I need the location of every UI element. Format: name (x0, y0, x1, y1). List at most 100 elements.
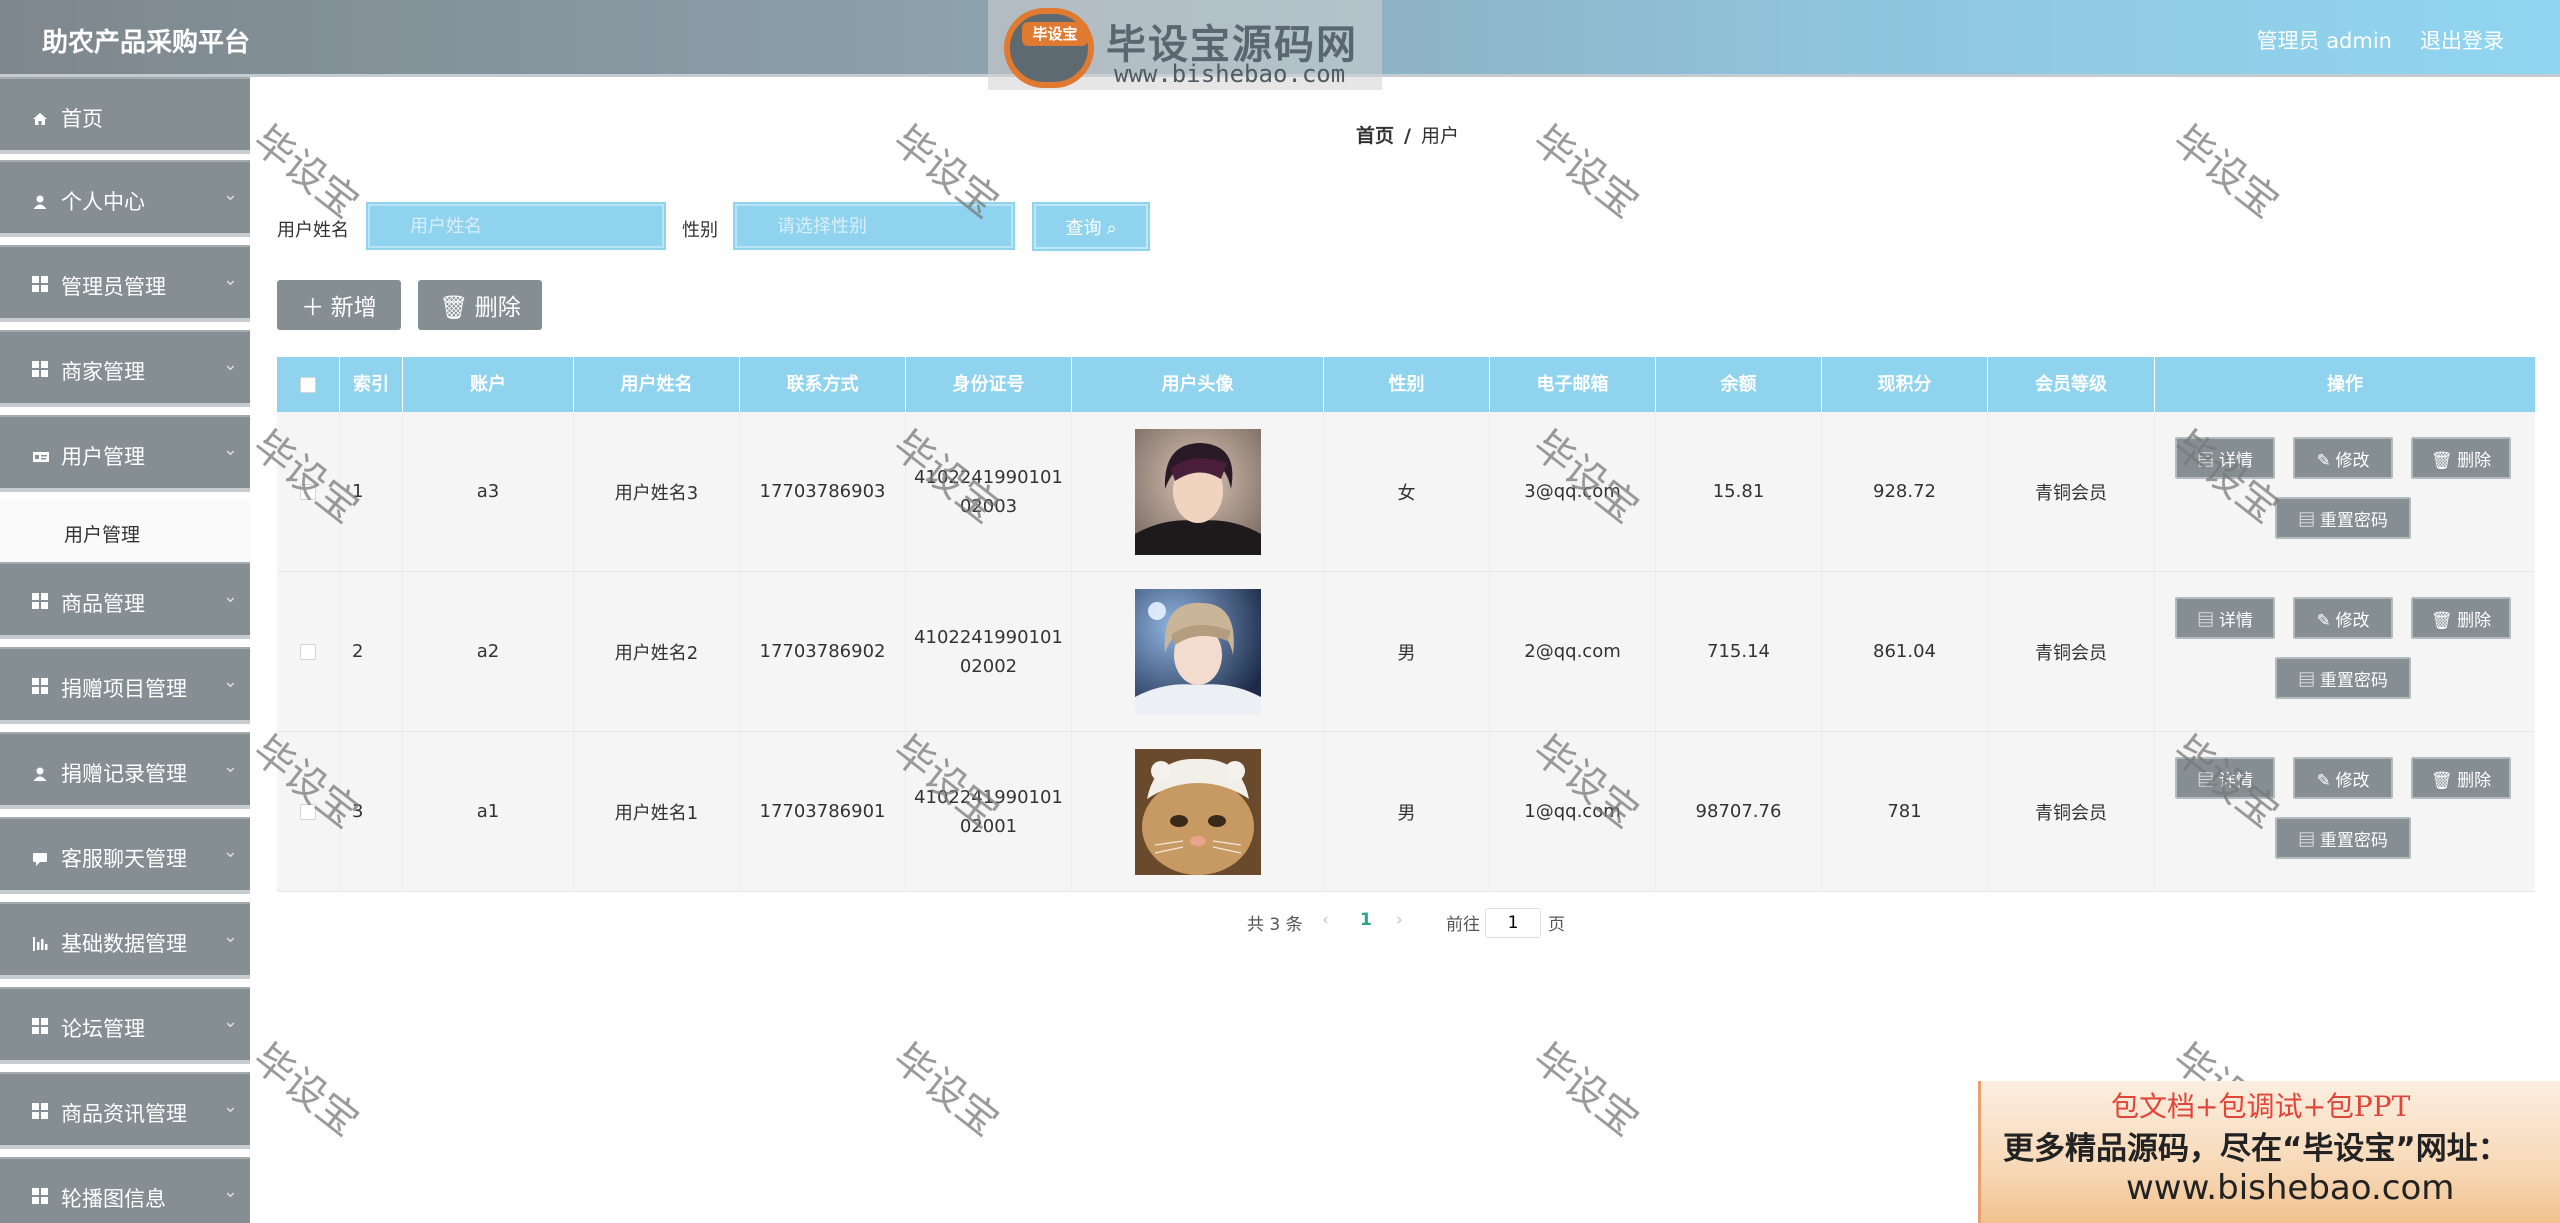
detail-button[interactable]: ▤ 详情 (2175, 757, 2275, 799)
add-button[interactable]: ＋ 新增 (277, 280, 401, 330)
chevron-down-icon: ⌄ (222, 1011, 238, 1032)
index-cell: 2 (340, 572, 403, 731)
grid-icon (32, 276, 48, 292)
name-search-input[interactable] (366, 202, 666, 250)
gender-search-label: 性别 (682, 220, 718, 241)
phone-cell: 17703786901 (740, 732, 906, 891)
select-all-checkbox[interactable] (300, 377, 316, 393)
sidebar-item-donation-project-management[interactable]: 捐赠项目管理 ⌄ (0, 647, 250, 724)
sidebar-item-customer-chat-management[interactable]: 客服聊天管理 ⌄ (0, 817, 250, 894)
column-header[interactable]: 现积分 (1822, 357, 1988, 412)
pagination-prev-button[interactable]: ‹ (1322, 910, 1329, 930)
column-header[interactable]: 账户 (403, 357, 574, 412)
pagination-page-1[interactable]: 1 (1360, 910, 1372, 930)
column-header[interactable]: 身份证号 (906, 357, 1072, 412)
gender-cell: 女 (1324, 412, 1490, 571)
sidebar-item-label: 捐赠项目管理 (61, 677, 187, 701)
column-header[interactable]: 索引 (340, 357, 403, 412)
chevron-down-icon: ⌄ (222, 926, 238, 947)
logo-emblem-text: 毕设宝 (1022, 22, 1088, 46)
grid-icon (32, 678, 48, 694)
name-cell: 用户姓名1 (574, 732, 740, 891)
balance-cell: 98707.76 (1656, 732, 1822, 891)
column-header[interactable]: 用户头像 (1072, 357, 1324, 412)
column-header[interactable]: 电子邮箱 (1490, 357, 1656, 412)
query-button[interactable]: 查询 ⌕ (1032, 202, 1150, 251)
balance-cell: 715.14 (1656, 572, 1822, 731)
sidebar-item-home[interactable]: 首页 (0, 77, 250, 154)
column-header[interactable]: 余额 (1656, 357, 1822, 412)
cat-avatar[interactable] (1134, 748, 1261, 875)
breadcrumb-separator: / (1404, 125, 1411, 147)
watermark-text: 毕设宝 (244, 1035, 367, 1146)
detail-button[interactable]: ▤ 详情 (2175, 597, 2275, 639)
light-hair-avatar[interactable] (1134, 588, 1261, 715)
reset-password-button[interactable]: ▤ 重置密码 (2275, 657, 2411, 699)
edit-button[interactable]: ✎ 修改 (2293, 757, 2393, 799)
sidebar-item-label: 轮播图信息 (61, 1187, 166, 1211)
sidebar-subitem-user-management[interactable]: 用户管理 (0, 500, 250, 562)
member-level-cell: 青铜会员 (1988, 572, 2155, 731)
sidebar-item-product-news-management[interactable]: 商品资讯管理 ⌄ (0, 1072, 250, 1149)
bar-chart-icon (32, 933, 48, 951)
column-header[interactable]: 性别 (1324, 357, 1490, 412)
detail-button[interactable]: ▤ 详情 (2175, 437, 2275, 479)
person-icon (32, 191, 48, 209)
dark-hair-avatar[interactable] (1134, 428, 1261, 555)
reset-password-button[interactable]: ▤ 重置密码 (2275, 497, 2411, 539)
logout-link[interactable]: 退出登录 (2420, 25, 2504, 55)
person-icon (32, 763, 48, 781)
sidebar-item-label: 论坛管理 (61, 1017, 145, 1041)
gender-select[interactable] (733, 202, 1015, 250)
column-header[interactable]: 会员等级 (1988, 357, 2155, 412)
column-header[interactable]: 用户姓名 (574, 357, 740, 412)
id-number-line: 02003 (959, 495, 1018, 517)
sidebar-item-donation-record-management[interactable]: 捐赠记录管理 ⌄ (0, 732, 250, 809)
sidebar-item-admin-management[interactable]: 管理员管理 ⌄ (0, 245, 250, 322)
sidebar-item-basic-data-management[interactable]: 基础数据管理 ⌄ (0, 902, 250, 979)
sidebar-item-label: 管理员管理 (61, 275, 166, 299)
sidebar-item-merchant-management[interactable]: 商家管理 ⌄ (0, 330, 250, 407)
avatar-cell (1072, 572, 1324, 731)
column-header: 操作 (2327, 374, 2363, 395)
row-checkbox[interactable] (300, 803, 316, 820)
delete-button[interactable]: 🗑 删除 (2411, 757, 2511, 799)
sidebar-item-label: 商家管理 (61, 360, 145, 384)
sidebar-item-carousel-info[interactable]: 轮播图信息 ⌄ (0, 1157, 250, 1223)
id-number-line: 4102241990101 (914, 466, 1063, 488)
table-row: 3 a1 用户姓名1 17703786901 4102241990101 0200… (277, 732, 2535, 892)
actions-cell: ▤ 详情 ✎ 修改 🗑 删除 ▤ 重置密码 (2155, 732, 2535, 891)
sidebar-item-product-management[interactable]: 商品管理 ⌄ (0, 562, 250, 639)
chevron-down-icon: ⌄ (222, 1181, 238, 1202)
table-row: 1 a3 用户姓名3 17703786903 4102241990101 0200… (277, 412, 2535, 572)
reset-password-button[interactable]: ▤ 重置密码 (2275, 817, 2411, 859)
batch-delete-button[interactable]: 🗑 删除 (418, 280, 542, 330)
pagination-next-button[interactable]: › (1396, 910, 1403, 930)
chevron-down-icon: ⌄ (222, 756, 238, 777)
promo-line-2: 更多精品源码，尽在“毕设宝”网址： (2003, 1131, 2509, 1167)
sidebar-item-user-management[interactable]: 用户管理 ⌄ (0, 415, 250, 492)
delete-button[interactable]: 🗑 删除 (2411, 597, 2511, 639)
breadcrumb-home[interactable]: 首页 (1356, 125, 1394, 147)
id-number-cell: 4102241990101 02003 (906, 412, 1072, 571)
pagination-goto-input[interactable] (1485, 908, 1541, 938)
table-row: 2 a2 用户姓名2 17703786902 4102241990101 0200… (277, 572, 2535, 732)
sidebar-item-label: 用户管理 (61, 445, 145, 469)
row-checkbox[interactable] (300, 643, 316, 660)
logo-url: www.bishebao.com (1114, 60, 1346, 88)
id-number-line: 4102241990101 (914, 786, 1063, 808)
watermark-text: 毕设宝 (1524, 117, 1647, 228)
id-number-line: 02002 (959, 655, 1018, 677)
sidebar-item-forum-management[interactable]: 论坛管理 ⌄ (0, 987, 250, 1064)
sidebar-item-personal-center[interactable]: 个人中心 ⌄ (0, 160, 250, 237)
row-select-cell (277, 572, 340, 731)
promo-banner: 包文档+包调试+包PPT 更多精品源码，尽在“毕设宝”网址： www.bishe… (1978, 1081, 2560, 1223)
column-header[interactable]: 联系方式 (740, 357, 906, 412)
sidebar-item-label: 个人中心 (61, 190, 145, 214)
edit-button[interactable]: ✎ 修改 (2293, 597, 2393, 639)
member-level-cell: 青铜会员 (1988, 412, 2155, 571)
delete-button[interactable]: 🗑 删除 (2411, 437, 2511, 479)
row-checkbox[interactable] (300, 483, 316, 500)
edit-button[interactable]: ✎ 修改 (2293, 437, 2393, 479)
chevron-down-icon: ⌄ (222, 354, 238, 375)
